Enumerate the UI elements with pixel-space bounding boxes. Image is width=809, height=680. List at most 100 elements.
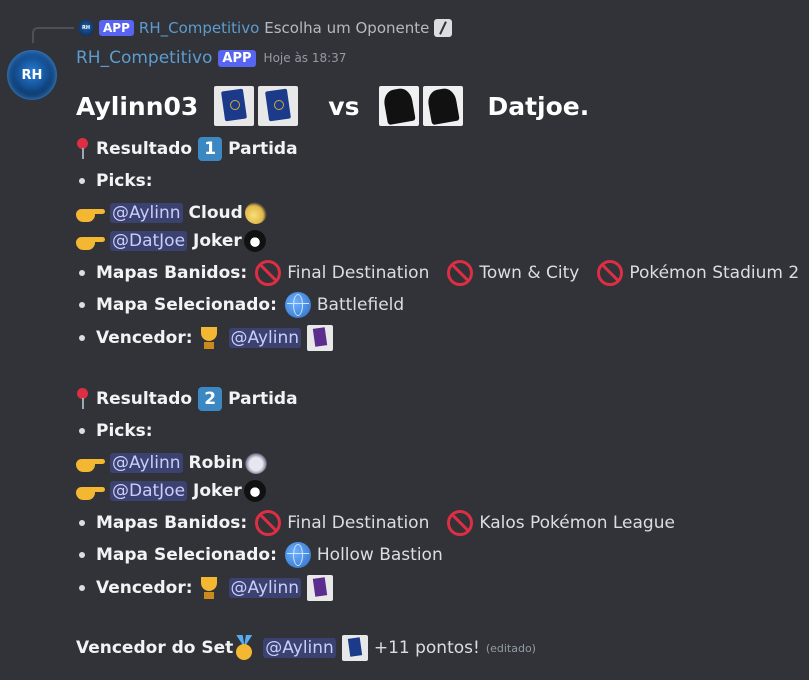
result-heading: Resultado 2 Partida: [76, 386, 298, 412]
set-winner-line: Vencedor do Set @Aylinn +11 pontos! (edi…: [76, 635, 536, 661]
player2-name: Datjoe.: [487, 91, 590, 121]
pointing-hand-icon: [76, 453, 106, 473]
prohibited-icon: [447, 260, 474, 286]
passport-emoji-icon: [214, 86, 255, 126]
matchup-title: Aylinn03 vs Datjoe.: [76, 84, 589, 128]
bullet-icon: [79, 270, 85, 276]
selected-map-label: Mapa Selecionado:: [96, 295, 277, 315]
winner-label: Vencedor:: [96, 328, 193, 348]
picks-label: Picks:: [96, 171, 153, 191]
winner-item: Vencedor: @Aylinn: [76, 325, 334, 351]
pointing-hand-icon: [76, 481, 106, 501]
selected-map-item: Mapa Selecionado: Hollow Bastion: [76, 542, 443, 568]
message-header: RH_Competitivo APP Hoje às 18:37: [76, 48, 346, 68]
joker-character-icon: [243, 230, 266, 252]
selected-map-name: Hollow Bastion: [316, 545, 443, 565]
bullet-icon: [79, 428, 85, 434]
banned-maps-label: Mapas Banidos:: [96, 263, 248, 283]
set-winner-label: Vencedor do Set: [76, 638, 234, 658]
banned-map-name: Final Destination: [287, 263, 430, 283]
reply-author-name[interactable]: RH_Competitivo: [139, 19, 259, 37]
banned-maps-label: Mapas Banidos:: [96, 513, 248, 533]
reply-preview[interactable]: RH APP RH_Competitivo Escolha um Oponent…: [78, 16, 453, 40]
banned-map-name: Town & City: [479, 263, 580, 283]
winner-item: Vencedor: @Aylinn: [76, 575, 334, 601]
selected-map-item: Mapa Selecionado: Battlefield: [76, 292, 404, 318]
character-name: Joker: [193, 481, 242, 501]
user-mention[interactable]: @Aylinn: [228, 578, 302, 598]
player1-name: Aylinn03: [76, 91, 199, 121]
result-suffix: Partida: [228, 389, 298, 409]
first-place-medal-icon: [233, 635, 255, 661]
robin-character-icon: [245, 452, 268, 474]
reply-command-name: Escolha um Oponente: [264, 19, 430, 37]
bullet-icon: [79, 178, 85, 184]
banned-maps-item: Mapas Banidos: Final Destination Kalos P…: [76, 510, 675, 536]
purple-card-emoji-icon: [307, 325, 334, 351]
passport-emoji-icon: [341, 635, 368, 661]
dark-hand-emoji-icon: [423, 86, 464, 126]
reply-app-tag: APP: [99, 20, 134, 36]
pointing-hand-icon: [76, 231, 106, 251]
user-mention[interactable]: @Aylinn: [110, 203, 183, 223]
user-mention[interactable]: @Aylinn: [263, 638, 336, 658]
trophy-icon: [197, 325, 221, 351]
cloud-character-icon: [244, 202, 267, 224]
points-text: +11 pontos!: [373, 638, 480, 658]
user-mention[interactable]: @Aylinn: [110, 453, 183, 473]
selected-map-label: Mapa Selecionado:: [96, 545, 277, 565]
picks-label: Picks:: [96, 421, 153, 441]
message-timestamp[interactable]: Hoje às 18:37: [264, 51, 347, 65]
bullet-icon: [79, 302, 85, 308]
result-suffix: Partida: [228, 139, 298, 159]
author-avatar[interactable]: RH: [7, 50, 57, 100]
dark-hand-emoji-icon: [379, 86, 420, 126]
picks-item: Picks:: [76, 169, 153, 193]
prohibited-icon: [255, 260, 282, 286]
author-name[interactable]: RH_Competitivo: [76, 48, 212, 68]
banned-maps-item: Mapas Banidos: Final Destination Town & …: [76, 260, 799, 286]
pointing-hand-icon: [76, 203, 106, 223]
pick-row: @DatJoe Joker: [76, 479, 266, 503]
bullet-icon: [79, 335, 85, 341]
selected-map-name: Battlefield: [316, 295, 405, 315]
bullet-icon: [79, 552, 85, 558]
prohibited-icon: [255, 510, 282, 536]
pushpin-icon: [76, 388, 88, 410]
purple-card-emoji-icon: [307, 575, 334, 601]
user-mention[interactable]: @DatJoe: [110, 481, 188, 501]
result-heading: Resultado 1 Partida: [76, 136, 298, 162]
author-app-tag: APP: [218, 49, 256, 67]
character-name: Robin: [188, 453, 244, 473]
vs-label: vs: [328, 91, 360, 121]
globe-icon: [284, 292, 311, 318]
pick-row: @Aylinn Robin: [76, 451, 268, 475]
banned-map-name: Final Destination: [287, 513, 430, 533]
joker-character-icon: [243, 480, 266, 502]
character-name: Cloud: [188, 203, 243, 223]
user-mention[interactable]: @Aylinn: [228, 328, 302, 348]
reply-avatar[interactable]: RH: [78, 20, 94, 36]
bullet-icon: [79, 585, 85, 591]
banned-map-name: Kalos Pokémon League: [479, 513, 675, 533]
prohibited-icon: [447, 510, 474, 536]
pick-row: @Aylinn Cloud: [76, 201, 267, 225]
winner-label: Vencedor:: [96, 578, 193, 598]
passport-emoji-icon: [258, 86, 299, 126]
result-number-badge: 1: [198, 137, 223, 161]
pick-row: @DatJoe Joker: [76, 229, 266, 253]
result-label: Resultado: [96, 139, 193, 159]
bullet-icon: [79, 520, 85, 526]
picks-item: Picks:: [76, 419, 153, 443]
globe-icon: [284, 542, 311, 568]
pushpin-icon: [76, 138, 88, 160]
character-name: Joker: [193, 231, 242, 251]
reply-connector: [32, 27, 74, 43]
banned-map-name: Pokémon Stadium 2: [629, 263, 800, 283]
edited-marker[interactable]: (editado): [486, 642, 536, 655]
result-label: Resultado: [96, 389, 193, 409]
user-mention[interactable]: @DatJoe: [110, 231, 188, 251]
slash-command-icon: [434, 19, 453, 37]
prohibited-icon: [597, 260, 624, 286]
trophy-icon: [197, 575, 221, 601]
